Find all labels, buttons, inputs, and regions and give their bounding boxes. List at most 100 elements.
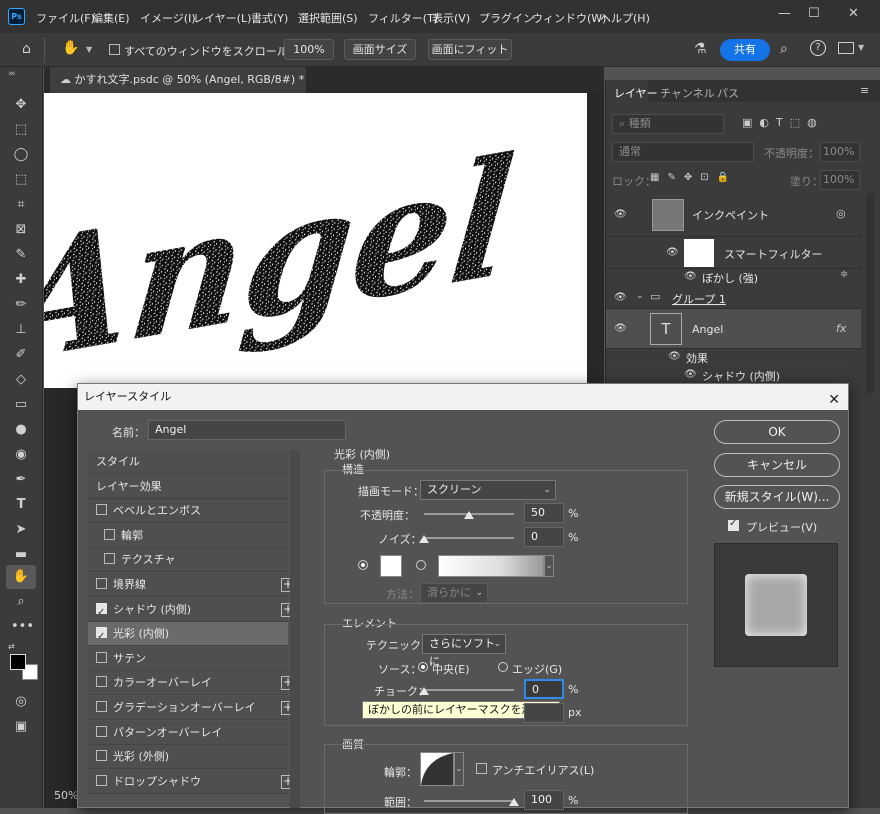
layer-inpaint[interactable]: 👁 インクペイント ◎ [606, 193, 861, 237]
preview-checkbox[interactable] [728, 518, 745, 533]
cancel-button[interactable]: キャンセル [714, 453, 840, 477]
color-radio[interactable] [358, 560, 368, 570]
noise-slider-track[interactable] [424, 537, 514, 539]
noise-slider-thumb[interactable] [419, 535, 429, 543]
style-checkbox[interactable] [96, 676, 107, 688]
style-item[interactable]: ドロップシャドウ + [88, 769, 295, 794]
style-checkbox[interactable] [96, 651, 107, 663]
chevron-down-icon[interactable]: ▼ [86, 45, 92, 54]
search-icon[interactable]: ⌕ [780, 41, 788, 57]
name-input[interactable]: Angel [148, 420, 346, 440]
style-item[interactable]: カラーオーバーレイ + [88, 671, 295, 696]
menu-item[interactable]: ファイル(F) [36, 10, 95, 26]
style-item[interactable]: 光彩 (外側) [88, 745, 288, 770]
menu-item[interactable]: 表示(V) [432, 10, 470, 26]
ok-button[interactable]: OK [714, 420, 840, 444]
style-checkbox[interactable] [96, 774, 107, 786]
dodge-tool-icon[interactable]: ◉ [11, 445, 31, 465]
menu-item[interactable]: 編集(E) [92, 10, 130, 26]
source-edge-radio[interactable] [498, 662, 508, 672]
flask-icon[interactable]: ⚗ [694, 41, 707, 57]
filter-options-icon[interactable]: ≑ [840, 269, 848, 280]
menu-item[interactable]: イメージ(I) [140, 10, 196, 26]
type-tool-icon[interactable]: T [11, 495, 31, 515]
fill-screen-button[interactable]: 画面にフィット [428, 39, 512, 60]
style-checkbox[interactable] [96, 601, 107, 625]
foreground-color-swatch[interactable] [10, 654, 26, 670]
glow-gradient-swatch[interactable] [438, 555, 544, 577]
panel-menu-icon[interactable]: ≡ [860, 84, 869, 97]
crop-tool-icon[interactable]: ⌗ [11, 195, 31, 215]
document-canvas[interactable]: Angel [44, 93, 587, 388]
fit-screen-button[interactable]: 画面サイズ [344, 39, 416, 60]
visibility-eye-icon[interactable]: 👁 [684, 271, 697, 282]
range-slider-thumb[interactable] [509, 798, 519, 806]
glow-color-swatch[interactable] [380, 555, 402, 577]
menu-item[interactable]: フィルター(T) [368, 10, 438, 26]
style-checkbox[interactable] [96, 750, 107, 762]
path-select-tool-icon[interactable]: ➤ [11, 520, 31, 540]
contour-swatch[interactable] [420, 752, 454, 786]
blend-mode-select[interactable]: 通常 [612, 142, 754, 162]
fill-input[interactable]: 100% [820, 170, 860, 190]
menu-item[interactable]: ウィンドウ(W) [532, 10, 606, 26]
share-button[interactable]: 共有 [720, 39, 770, 61]
help-icon[interactable]: ? [810, 40, 826, 56]
menu-item[interactable]: 書式(Y) [251, 10, 288, 26]
move-tool-icon[interactable]: ✥ [11, 95, 31, 115]
opacity-slider-thumb[interactable] [464, 511, 474, 519]
size-input[interactable] [524, 703, 564, 723]
visibility-eye-icon[interactable]: 👁 [614, 292, 627, 303]
expand-arrows-icon[interactable]: » [8, 69, 14, 79]
style-checkbox[interactable] [104, 553, 115, 565]
range-input[interactable]: 100 [524, 790, 564, 810]
filter-icons[interactable]: ▣◐T⬚◍ [742, 116, 824, 129]
minimize-icon[interactable]: — [778, 6, 791, 21]
visibility-eye-icon[interactable]: 👁 [684, 369, 697, 380]
range-slider-track[interactable] [424, 800, 514, 802]
blend-mode-dropdown[interactable]: スクリーン ⌄ [420, 480, 556, 500]
style-item[interactable]: シャドウ (内側)+ [88, 597, 295, 625]
style-item[interactable]: パターンオーバーレイ [88, 720, 288, 745]
visibility-eye-icon[interactable]: 👁 [614, 323, 627, 334]
visibility-eye-icon[interactable]: 👁 [666, 247, 679, 258]
style-item[interactable]: テクスチャ [88, 548, 288, 573]
style-item[interactable]: グラデーションオーバーレイ + [88, 696, 295, 720]
menu-item[interactable]: プラグイン [479, 10, 534, 26]
gradient-radio[interactable] [416, 560, 426, 570]
layer-angel[interactable]: 👁 T Angel fx [606, 309, 861, 349]
technique-dropdown[interactable]: さらにソフトに ⌄ [422, 634, 506, 668]
style-checkbox[interactable] [96, 701, 107, 712]
fx-icon[interactable]: fx [836, 322, 846, 335]
style-item[interactable]: 境界線 + [88, 573, 295, 597]
antialias-checkbox[interactable] [476, 763, 493, 776]
effects-row[interactable]: 👁 効果 [606, 349, 861, 367]
lock-icons[interactable]: ▦✎✥⊡🔒 [650, 172, 737, 183]
style-item[interactable]: サテン [88, 646, 288, 671]
group-expand-icon[interactable]: ⌄ [636, 291, 644, 301]
style-item[interactable]: レイヤー効果 [88, 474, 288, 499]
new-style-button[interactable]: 新規スタイル(W)... [714, 485, 840, 509]
blur-tool-icon[interactable]: ● [11, 420, 31, 440]
choke-slider-track[interactable] [424, 689, 514, 691]
style-list-scrollbar[interactable] [290, 450, 300, 808]
healing-tool-icon[interactable]: ✚ [11, 270, 31, 290]
style-item[interactable]: 輪郭 [88, 523, 288, 548]
home-icon[interactable]: ⌂ [22, 41, 31, 57]
style-item[interactable]: スタイル [88, 450, 288, 474]
pen-tool-icon[interactable]: ✒ [11, 470, 31, 490]
visibility-eye-icon[interactable]: 👁 [668, 351, 681, 362]
menu-item[interactable]: ヘルプ(H) [600, 10, 650, 26]
filter-blur-row[interactable]: 👁 ぼかし (強) ≑ [606, 269, 861, 287]
opacity-input[interactable]: 100% [820, 142, 860, 162]
close-icon[interactable]: ✕ [848, 6, 859, 21]
menu-item[interactable]: レイヤー(L) [193, 10, 251, 26]
noise-input[interactable]: 0 [524, 527, 564, 547]
hand-tool-icon[interactable]: ✋ [62, 40, 79, 56]
document-tab[interactable]: ☁ かすれ文字.psdc @ 50% (Angel, RGB/8#) * [50, 67, 306, 93]
swap-colors-icon[interactable]: ⇄ [8, 642, 15, 651]
rectangle-tool-icon[interactable]: ▬ [11, 545, 31, 565]
visibility-eye-icon[interactable]: 👁 [614, 209, 627, 220]
zoom-tool-icon[interactable]: ⌕ [11, 592, 31, 612]
stamp-tool-icon[interactable]: ⊥ [11, 320, 31, 340]
